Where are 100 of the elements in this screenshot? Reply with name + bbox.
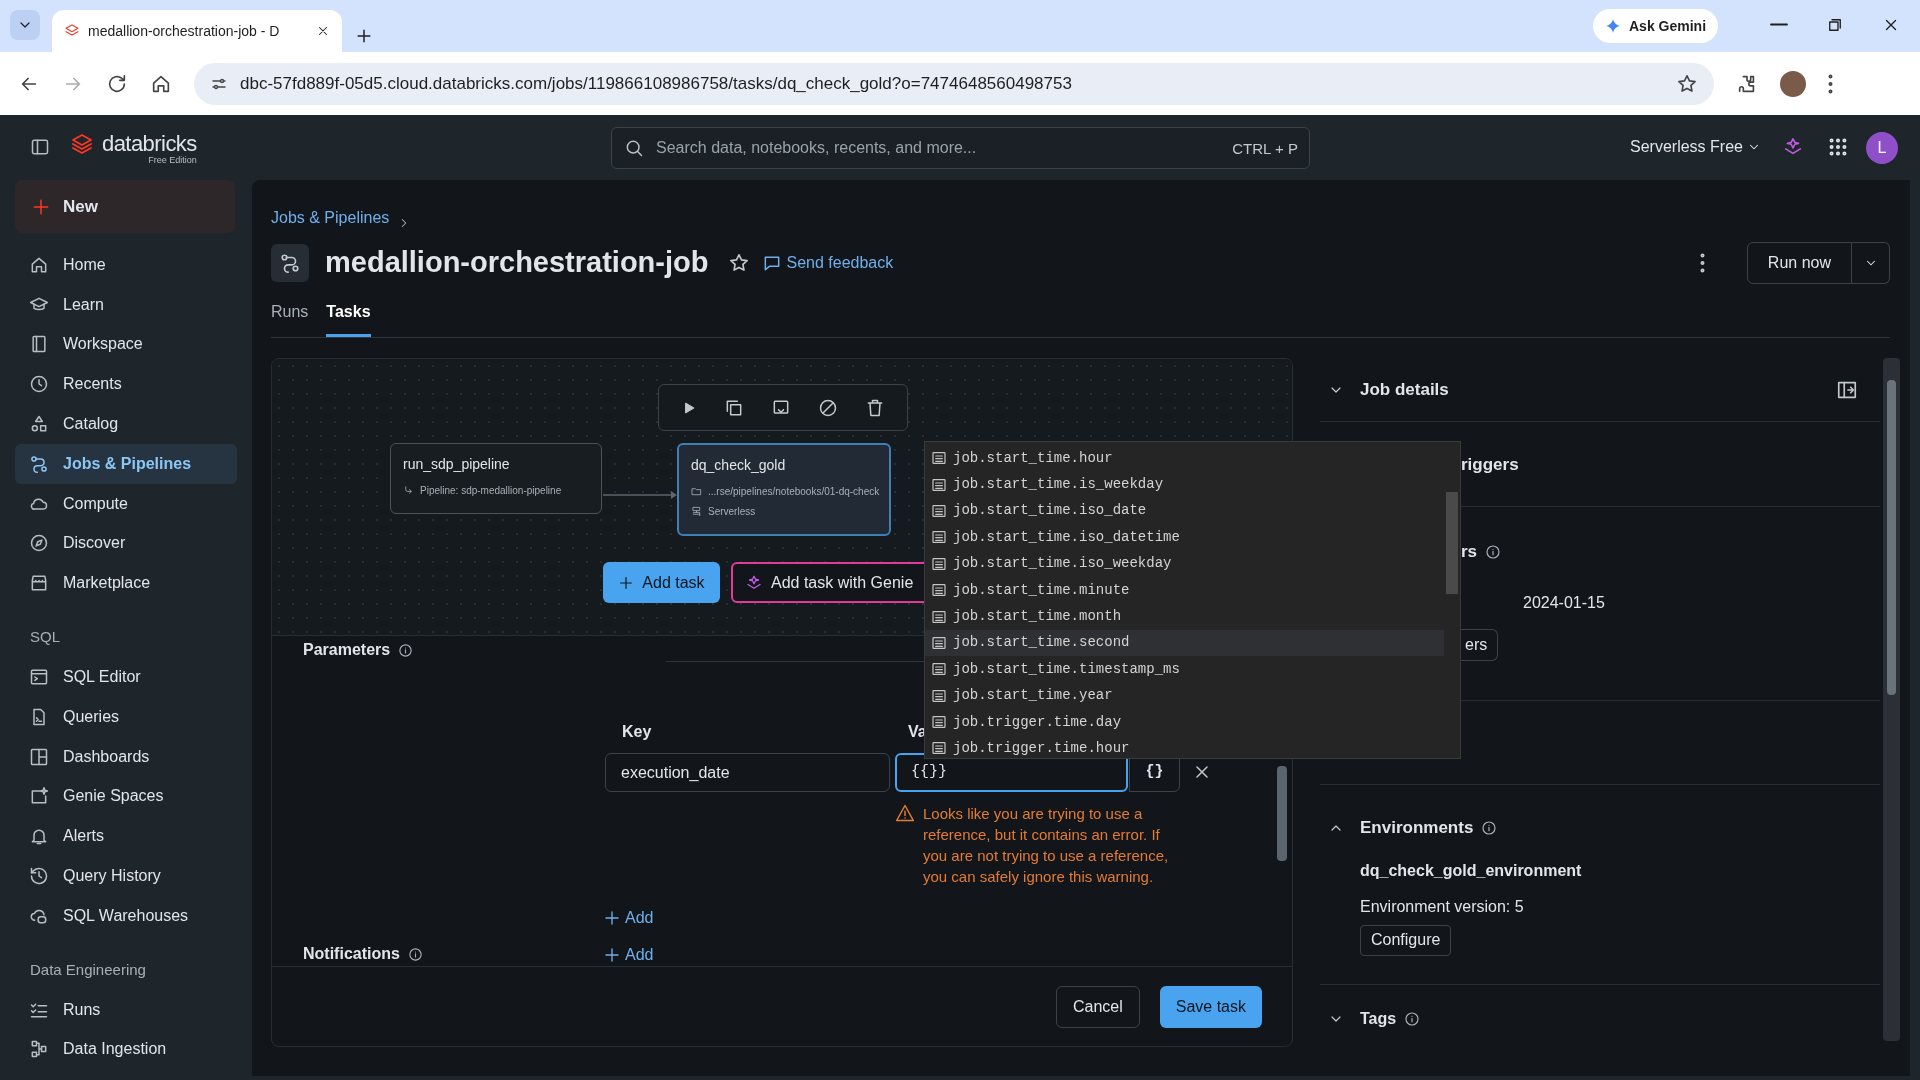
suggestion-item[interactable]: job.start_time.iso_date [925, 497, 1444, 525]
info-icon [1404, 1010, 1421, 1027]
sidebar-item[interactable]: Genie Spaces [15, 776, 237, 817]
sidebar-item[interactable]: Recents [15, 364, 237, 405]
text-lines-icon [931, 740, 947, 757]
more-icon [1828, 73, 1833, 94]
sidebar-section-title: Data Engineering [29, 959, 147, 980]
task-node[interactable]: run_sdp_pipeline Pipeline: sdp-medallion-pipeline [390, 443, 602, 514]
run-now-button[interactable]: Run now [1746, 242, 1852, 284]
minimize-icon [1770, 23, 1788, 26]
address-bar[interactable]: dbc-57fd889f-05d5.cloud.databricks.com/jobs/119866108986758/tasks/dq_check_gold?o=7474648560498753 [194, 62, 1714, 105]
info-icon [1485, 543, 1502, 560]
text-lines-icon [931, 634, 947, 651]
warning-icon [895, 803, 915, 823]
sidebar-item[interactable]: Catalog [15, 404, 237, 444]
sparkle-icon [1605, 18, 1621, 34]
triggers-heading: riggers [1461, 455, 1519, 474]
page-tab[interactable]: Tasks [326, 300, 371, 337]
sidebar-item[interactable]: SQL Warehouses [15, 895, 237, 936]
key-input[interactable]: execution_date [605, 753, 890, 792]
user-avatar[interactable]: L [1866, 132, 1898, 164]
key-column-header: Key [622, 722, 652, 742]
ask-gemini-button[interactable]: Ask Gemini [1593, 9, 1719, 43]
plus-icon [603, 946, 621, 964]
parameters-label: Parameters [303, 640, 391, 660]
sidebar-toggle-icon [30, 137, 50, 157]
suggestion-item[interactable]: job.trigger.time.day [925, 708, 1444, 736]
sidebar-item[interactable]: Compute [15, 483, 237, 524]
send-feedback-link[interactable]: Send feedback [762, 251, 894, 275]
sidebar-item[interactable]: Learn [15, 284, 237, 325]
tab-list-button[interactable] [10, 10, 40, 40]
page-tab[interactable]: Runs [271, 300, 309, 337]
sidebar-item[interactable]: Discover [15, 523, 237, 564]
sidebar-item[interactable]: Runs [15, 989, 237, 1030]
workflow-icon [279, 252, 301, 274]
plus-icon [603, 909, 621, 927]
environment-version: Environment version: 5 [1360, 896, 1525, 917]
star-icon [728, 252, 751, 274]
text-lines-icon [931, 476, 947, 493]
new-button[interactable]: New [15, 180, 235, 233]
edition-label: Free Edition [148, 154, 197, 167]
sidebar-item[interactable]: Alerts [15, 816, 237, 857]
text-lines-icon [931, 714, 947, 731]
run-options-button[interactable] [1852, 242, 1890, 284]
workspace-switcher[interactable]: Serverless Free [1630, 135, 1761, 159]
task-node[interactable]: dq_check_gold ...rse/pipelines/notebooks/01-dq-check Serverless [677, 443, 891, 536]
profile-avatar[interactable] [1780, 70, 1806, 97]
add-notification-link[interactable]: Add [603, 943, 654, 967]
databricks-logo[interactable]: databricks Free Edition [70, 132, 197, 168]
clock-icon [29, 374, 49, 395]
configure-button[interactable]: Configure [1360, 924, 1452, 956]
sidebar-item[interactable]: Jobs & Pipelines [15, 444, 237, 484]
breadcrumb-link[interactable]: Jobs & Pipelines [271, 206, 390, 230]
add-task-button[interactable]: Add task [603, 562, 720, 603]
environments-heading: Environments [1360, 817, 1474, 839]
sidebar-section-title: SQL [29, 626, 61, 647]
sidebar-item[interactable]: Data Ingestion [15, 1029, 237, 1070]
plus-icon [618, 574, 635, 591]
shortcut-hint: CTRL + P [1232, 139, 1298, 159]
suggestion-item[interactable]: job.start_time.is_weekday [925, 471, 1444, 498]
restore-icon [1826, 16, 1844, 34]
pipeline-icon [403, 485, 414, 496]
sidebar-item[interactable]: Query History [15, 856, 237, 896]
sidebar-item[interactable]: Marketplace [15, 563, 237, 604]
stacked-layers-icon [70, 132, 94, 156]
tab-title: medallion-orchestration-job - D [88, 21, 281, 41]
sidebar-item[interactable]: Workspace [15, 324, 237, 365]
sidebar-item[interactable]: Dashboards [15, 736, 237, 777]
url-text: dbc-57fd889f-05d5.cloud.databricks.com/jobs/119866108986758/tasks/dq_check_gold?o=7474648560498753 [240, 72, 1073, 95]
suggestion-item[interactable]: job.start_time.year [925, 682, 1444, 709]
text-lines-icon [931, 502, 947, 519]
sidebar-item[interactable]: Home [15, 245, 237, 285]
task-detail: Pipeline: sdp-medallion-pipeline [420, 484, 562, 498]
job-details-title: Job details [1360, 378, 1449, 401]
add-parameter-link[interactable]: Add [603, 906, 654, 930]
sidebar-item[interactable]: Queries [15, 696, 237, 737]
pipeline-nodes-icon [29, 1039, 49, 1060]
suggestion-item[interactable]: job.start_time.second [925, 629, 1444, 657]
task-name: run_sdp_pipeline [403, 455, 511, 474]
suggestion-item[interactable]: job.start_time.month [925, 603, 1444, 630]
parameter-value: 2024-01-15 [1523, 593, 1605, 613]
save-task-button[interactable]: Save task [1159, 985, 1262, 1028]
cancel-button[interactable]: Cancel [1055, 985, 1140, 1028]
info-icon [407, 946, 423, 962]
job-title: medallion-orchestration-job [325, 245, 709, 281]
star-icon [1676, 72, 1698, 95]
suggestion-item[interactable]: job.start_time.hour [925, 445, 1444, 472]
suggestion-item[interactable]: job.start_time.timestamp_ms [925, 656, 1444, 683]
text-lines-icon [931, 555, 947, 572]
sidebar-item[interactable]: SQL Editor [15, 657, 237, 697]
reference-warning: Looks like you are trying to use a reference, but it contains an error. If you are not trying to use a reference, you can safely ignore this warning. [923, 804, 1170, 887]
reload-icon [106, 72, 128, 95]
suggestion-item[interactable]: job.start_time.iso_datetime [925, 524, 1444, 551]
search-icon [624, 138, 644, 158]
parameters-heading: rs [1461, 541, 1478, 563]
apps-grid-icon [1827, 136, 1849, 158]
compass-icon [29, 533, 49, 554]
text-lines-icon [931, 608, 947, 625]
text-lines-icon [931, 661, 947, 678]
browser-tab[interactable]: medallion-orchestration-job - D [52, 10, 342, 52]
